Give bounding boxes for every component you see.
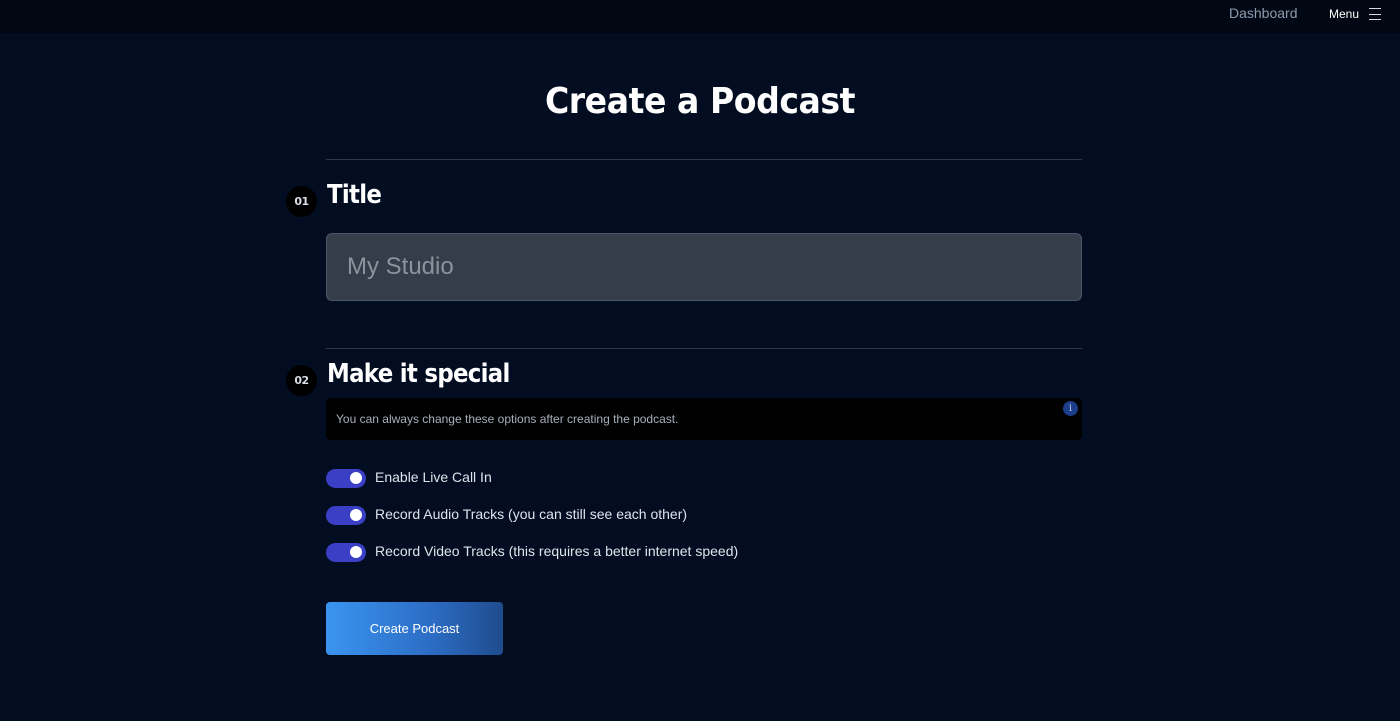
info-text: You can always change these options afte… xyxy=(336,412,679,426)
page-title: Create a Podcast xyxy=(544,81,856,122)
menu-button[interactable]: Menu xyxy=(1329,5,1382,23)
top-nav-bar: Dashboard Menu xyxy=(0,0,1400,33)
option-record-audio: Record Audio Tracks (you can still see e… xyxy=(326,505,687,525)
option-label: Record Video Tracks (this requires a bet… xyxy=(375,542,739,559)
info-icon[interactable]: i xyxy=(1063,401,1078,416)
section-heading-make-it-special: Make it special xyxy=(327,359,510,389)
section-divider xyxy=(326,159,1082,160)
option-label: Record Audio Tracks (you can still see e… xyxy=(375,505,688,522)
toggle-record-video[interactable] xyxy=(326,542,366,562)
toggle-knob xyxy=(350,472,362,484)
toggle-record-audio[interactable] xyxy=(326,505,366,525)
step-badge-02: 02 xyxy=(286,365,317,396)
option-record-video: Record Video Tracks (this requires a bet… xyxy=(326,542,738,562)
section-heading-title: Title xyxy=(327,180,382,210)
option-label: Enable Live Call In xyxy=(375,468,492,485)
nav-link-dashboard[interactable]: Dashboard xyxy=(1229,5,1298,21)
section-divider xyxy=(326,348,1082,349)
menu-label: Menu xyxy=(1329,7,1360,21)
option-live-call-in: Enable Live Call In xyxy=(326,468,492,488)
info-notice: You can always change these options afte… xyxy=(326,398,1082,440)
toggle-knob xyxy=(350,546,362,558)
hamburger-icon xyxy=(1369,8,1382,20)
create-podcast-button[interactable]: Create Podcast xyxy=(326,602,503,655)
podcast-title-input[interactable] xyxy=(326,233,1082,301)
step-badge-01: 01 xyxy=(286,186,317,217)
toggle-live-call-in[interactable] xyxy=(326,468,366,488)
toggle-knob xyxy=(350,509,362,521)
